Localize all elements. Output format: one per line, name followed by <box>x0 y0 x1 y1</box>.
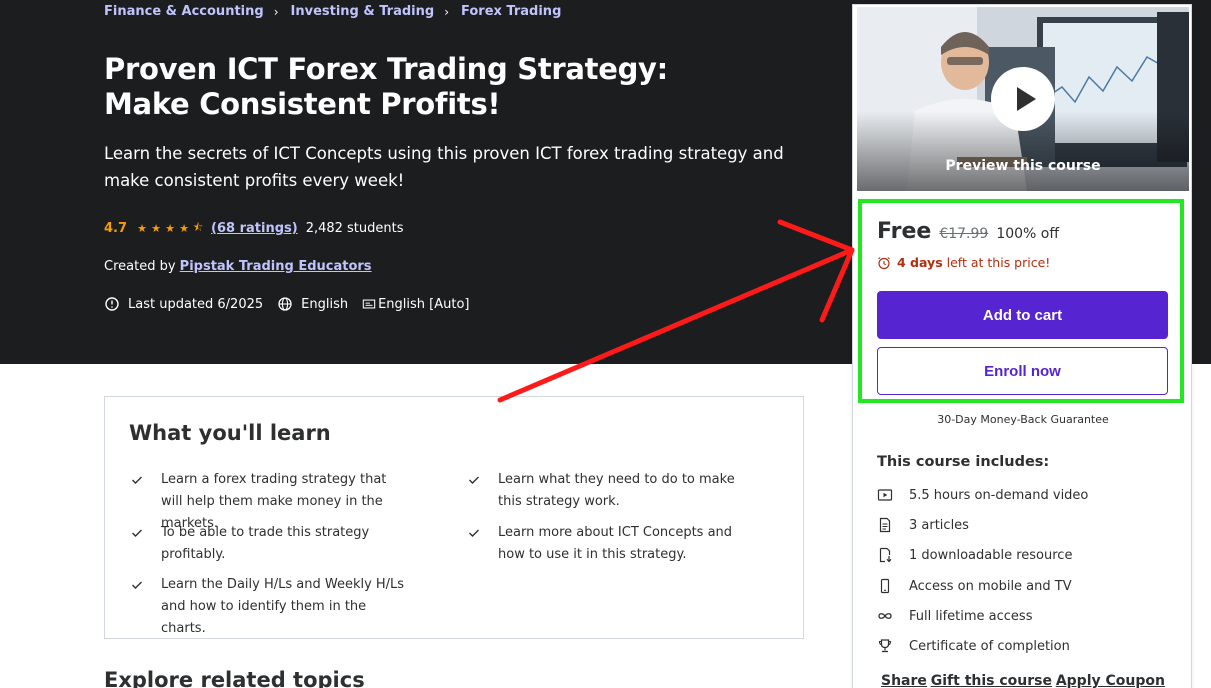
timer-days: 4 days <box>897 255 943 270</box>
course-language: English <box>301 296 349 312</box>
article-icon <box>879 517 891 533</box>
check-icon <box>132 476 142 484</box>
apply-coupon-link[interactable]: Apply Coupon <box>1056 673 1165 688</box>
include-item: Certificate of completion <box>877 638 1070 654</box>
course-subtitle: Learn the secrets of ICT Concepts using … <box>104 144 784 190</box>
infinity-icon <box>878 613 892 619</box>
learn-item: Learn the Daily H/Ls and Weekly H/Ls and… <box>129 574 409 640</box>
alert-clock-icon <box>105 297 119 311</box>
price-row: Free €17.99 100% off <box>877 219 1059 244</box>
ratings-count-link[interactable]: (68 ratings) <box>211 221 298 236</box>
captions-icon <box>362 299 376 309</box>
mobile-icon <box>880 578 890 594</box>
check-icon <box>132 581 142 589</box>
star-full-icon: ★ <box>151 222 161 235</box>
breadcrumb-item-investing[interactable]: Investing & Trading <box>291 4 435 19</box>
original-price: €17.99 <box>939 226 989 242</box>
star-full-icon: ★ <box>137 222 147 235</box>
rating-row: 4.7 ★ ★ ★ ★ ⯪ (68 ratings) 2,482 student… <box>104 219 404 238</box>
price-timer: 4 days left at this price! <box>877 255 1050 270</box>
download-icon <box>879 547 892 563</box>
star-full-icon: ★ <box>165 222 175 235</box>
students-count: 2,482 students <box>305 221 404 236</box>
include-item-label: 1 downloadable resource <box>909 547 1073 563</box>
course-includes-title: This course includes: <box>877 454 1050 470</box>
money-back-guarantee: 30-Day Money-Back Guarantee <box>937 413 1109 426</box>
rating-stars: ★ ★ ★ ★ ⯪ <box>135 219 205 238</box>
include-item: 5.5 hours on-demand video <box>877 487 1088 503</box>
course-title: Proven ICT Forex Trading Strategy: Make … <box>104 52 668 121</box>
learn-item-text: To be able to trade this strategy profit… <box>161 525 370 562</box>
instructor-link[interactable]: Pipstak Trading Educators <box>180 259 372 274</box>
play-button[interactable] <box>991 67 1055 131</box>
course-meta-row: Last updated 6/2025 English English [Aut… <box>104 296 470 312</box>
include-item: 1 downloadable resource <box>877 547 1072 563</box>
learn-item: Learn what they need to do to make this … <box>466 469 746 513</box>
globe-icon <box>278 297 292 311</box>
breadcrumb-item-finance[interactable]: Finance & Accounting <box>104 4 264 19</box>
chevron-right-icon: › <box>273 4 279 19</box>
current-price: Free <box>877 219 932 244</box>
breadcrumb: Finance & Accounting › Investing & Tradi… <box>104 4 561 19</box>
include-item-label: Access on mobile and TV <box>909 578 1072 594</box>
play-icon <box>1017 87 1036 111</box>
star-full-icon: ★ <box>179 222 189 235</box>
learn-item-text: Learn the Daily H/Ls and Weekly H/Ls and… <box>161 577 405 636</box>
include-item: 3 articles <box>877 517 969 533</box>
video-icon <box>877 489 893 501</box>
last-updated: Last updated 6/2025 <box>128 296 264 312</box>
include-item: Access on mobile and TV <box>877 578 1072 594</box>
related-topics-title: Explore related topics <box>104 668 365 688</box>
gift-course-link[interactable]: Gift this course <box>931 673 1052 688</box>
share-link[interactable]: Share <box>881 673 927 688</box>
what-you-learn-section: What you'll learn Learn a forex trading … <box>104 396 804 639</box>
what-you-learn-title: What you'll learn <box>129 421 331 445</box>
learn-item: Learn more about ICT Concepts and how to… <box>466 522 746 566</box>
chevron-right-icon: › <box>444 4 449 19</box>
star-half-icon: ⯪ <box>192 221 204 234</box>
course-captions: English [Auto] <box>378 296 470 312</box>
include-item: Full lifetime access <box>877 608 1032 624</box>
rating-value: 4.7 <box>104 221 128 236</box>
card-links-row: Share Gift this course Apply Coupon <box>853 673 1193 688</box>
breadcrumb-item-forex[interactable]: Forex Trading <box>461 4 561 19</box>
timer-text: left at this price! <box>946 255 1051 270</box>
include-item-label: Certificate of completion <box>909 638 1070 654</box>
include-item-label: Full lifetime access <box>909 608 1033 624</box>
check-icon <box>469 529 479 537</box>
purchase-card: Preview this course Free €17.99 100% off… <box>852 4 1192 688</box>
check-icon <box>469 476 479 484</box>
created-by-row: Created by Pipstak Trading Educators <box>104 259 372 274</box>
course-preview-video[interactable]: Preview this course <box>857 7 1189 191</box>
alarm-clock-icon <box>878 256 890 269</box>
preview-course-label: Preview this course <box>945 158 1101 174</box>
learn-item: To be able to trade this strategy profit… <box>129 522 409 566</box>
include-item-label: 3 articles <box>909 517 969 533</box>
check-icon <box>132 529 142 537</box>
created-by-label: Created by <box>104 259 180 274</box>
discount-percent: 100% off <box>996 226 1059 242</box>
add-to-cart-button[interactable]: Add to cart <box>877 291 1168 339</box>
learn-item-text: Learn more about ICT Concepts and how to… <box>498 525 733 562</box>
enroll-now-button[interactable]: Enroll now <box>877 347 1168 395</box>
trophy-icon <box>878 639 892 653</box>
learn-item-text: Learn what they need to do to make this … <box>498 472 735 509</box>
include-item-label: 5.5 hours on-demand video <box>909 487 1089 503</box>
